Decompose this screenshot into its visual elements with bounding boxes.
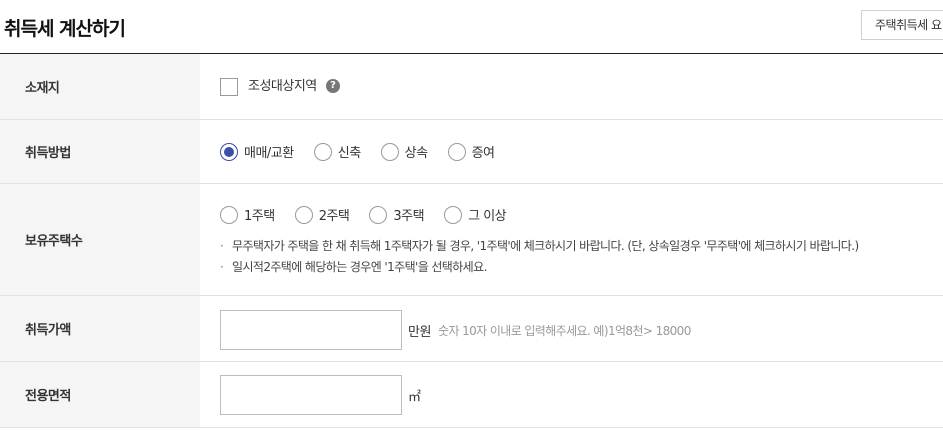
housing-acquisition-tax-button[interactable]: 주택취득세 요: [861, 10, 943, 40]
price-input[interactable]: [220, 310, 402, 350]
houses-option-2[interactable]: 2주택: [294, 205, 350, 224]
area-row: 전용면적 ㎡: [0, 362, 943, 428]
houses-option-1[interactable]: 1주택: [220, 205, 275, 224]
price-body: 만원 숫자 10자 이내로 입력해주세요. 예)1억8천> 18000: [200, 296, 943, 361]
bullet-dot: ·: [220, 260, 224, 274]
area-body: ㎡: [200, 362, 943, 427]
radio-button-checked[interactable]: [220, 142, 238, 161]
price-unit: 만원: [408, 325, 431, 340]
houses-body: 1주택 2주택 3주택 그 이상 · 무주택자가 주택을 한 채 취득해 1주택자…: [200, 184, 943, 295]
method-option-inheritance[interactable]: 상속: [380, 142, 428, 161]
method-option-label[interactable]: 신축: [338, 142, 361, 161]
location-row: 소재지 조성대상지역 ?: [0, 54, 943, 120]
houses-option-more[interactable]: 그 이상: [444, 205, 507, 224]
note-text: 무주택자가 주택을 한 채 취득해 1주택자가 될 경우, '1주택'에 체크하…: [232, 239, 859, 253]
radio-button[interactable]: [444, 205, 463, 224]
radio-button[interactable]: [294, 205, 313, 224]
houses-option-label[interactable]: 3주택: [393, 205, 424, 224]
method-radio-group: 매매/교환 신축 상속 증여: [220, 142, 515, 161]
method-option-label[interactable]: 매매/교환: [244, 142, 294, 161]
houses-radio-group: 1주택 2주택 3주택 그 이상: [220, 205, 526, 224]
houses-option-label[interactable]: 1주택: [244, 205, 275, 224]
radio-button[interactable]: [380, 142, 399, 161]
method-label: 취득방법: [0, 120, 200, 183]
method-option-gift[interactable]: 증여: [447, 142, 495, 161]
area-label: 전용면적: [0, 362, 200, 427]
radio-button[interactable]: [313, 142, 332, 161]
location-label: 소재지: [0, 54, 200, 119]
location-body: 조성대상지역 ?: [200, 54, 943, 119]
price-row: 취득가액 만원 숫자 10자 이내로 입력해주세요. 예)1억8천> 18000: [0, 296, 943, 362]
radio-button[interactable]: [447, 142, 466, 161]
area-input[interactable]: [220, 375, 402, 415]
note-item: · 일시적2주택에 해당하는 경우엔 '1주택'을 선택하세요.: [220, 257, 859, 278]
houses-row: 보유주택수 1주택 2주택 3주택 그 이상 · 무주택자가 주택을 한 채 취득…: [0, 184, 943, 296]
question-circle-icon[interactable]: ?: [326, 79, 340, 93]
houses-notes: · 무주택자가 주택을 한 채 취득해 1주택자가 될 경우, '1주택'에 체크…: [220, 236, 859, 278]
method-body: 매매/교환 신축 상속 증여: [200, 120, 943, 183]
radio-button[interactable]: [369, 205, 388, 224]
method-row: 취득방법 매매/교환 신축 상속 증여: [0, 120, 943, 184]
radio-button[interactable]: [220, 205, 238, 224]
note-item: · 무주택자가 주택을 한 채 취득해 1주택자가 될 경우, '1주택'에 체크…: [220, 236, 859, 257]
bullet-dot: ·: [220, 239, 224, 253]
houses-label: 보유주택수: [0, 184, 200, 295]
note-text: 일시적2주택에 해당하는 경우엔 '1주택'을 선택하세요.: [232, 260, 487, 274]
method-option-label[interactable]: 증여: [472, 142, 495, 161]
page-title: 취득세 계산하기: [4, 18, 126, 40]
adjustment-area-checkbox[interactable]: [220, 78, 238, 96]
adjustment-area-label[interactable]: 조성대상지역: [248, 78, 317, 96]
area-unit: ㎡: [408, 390, 421, 405]
houses-option-label[interactable]: 그 이상: [468, 205, 507, 224]
price-hint: 숫자 10자 이내로 입력해주세요. 예)1억8천> 18000: [438, 324, 691, 338]
method-option-new-build[interactable]: 신축: [313, 142, 361, 161]
houses-option-3[interactable]: 3주택: [369, 205, 425, 224]
method-option-label[interactable]: 상속: [405, 142, 428, 161]
method-option-trade[interactable]: 매매/교환: [220, 142, 294, 161]
houses-option-label[interactable]: 2주택: [319, 205, 350, 224]
price-label: 취득가액: [0, 296, 200, 361]
